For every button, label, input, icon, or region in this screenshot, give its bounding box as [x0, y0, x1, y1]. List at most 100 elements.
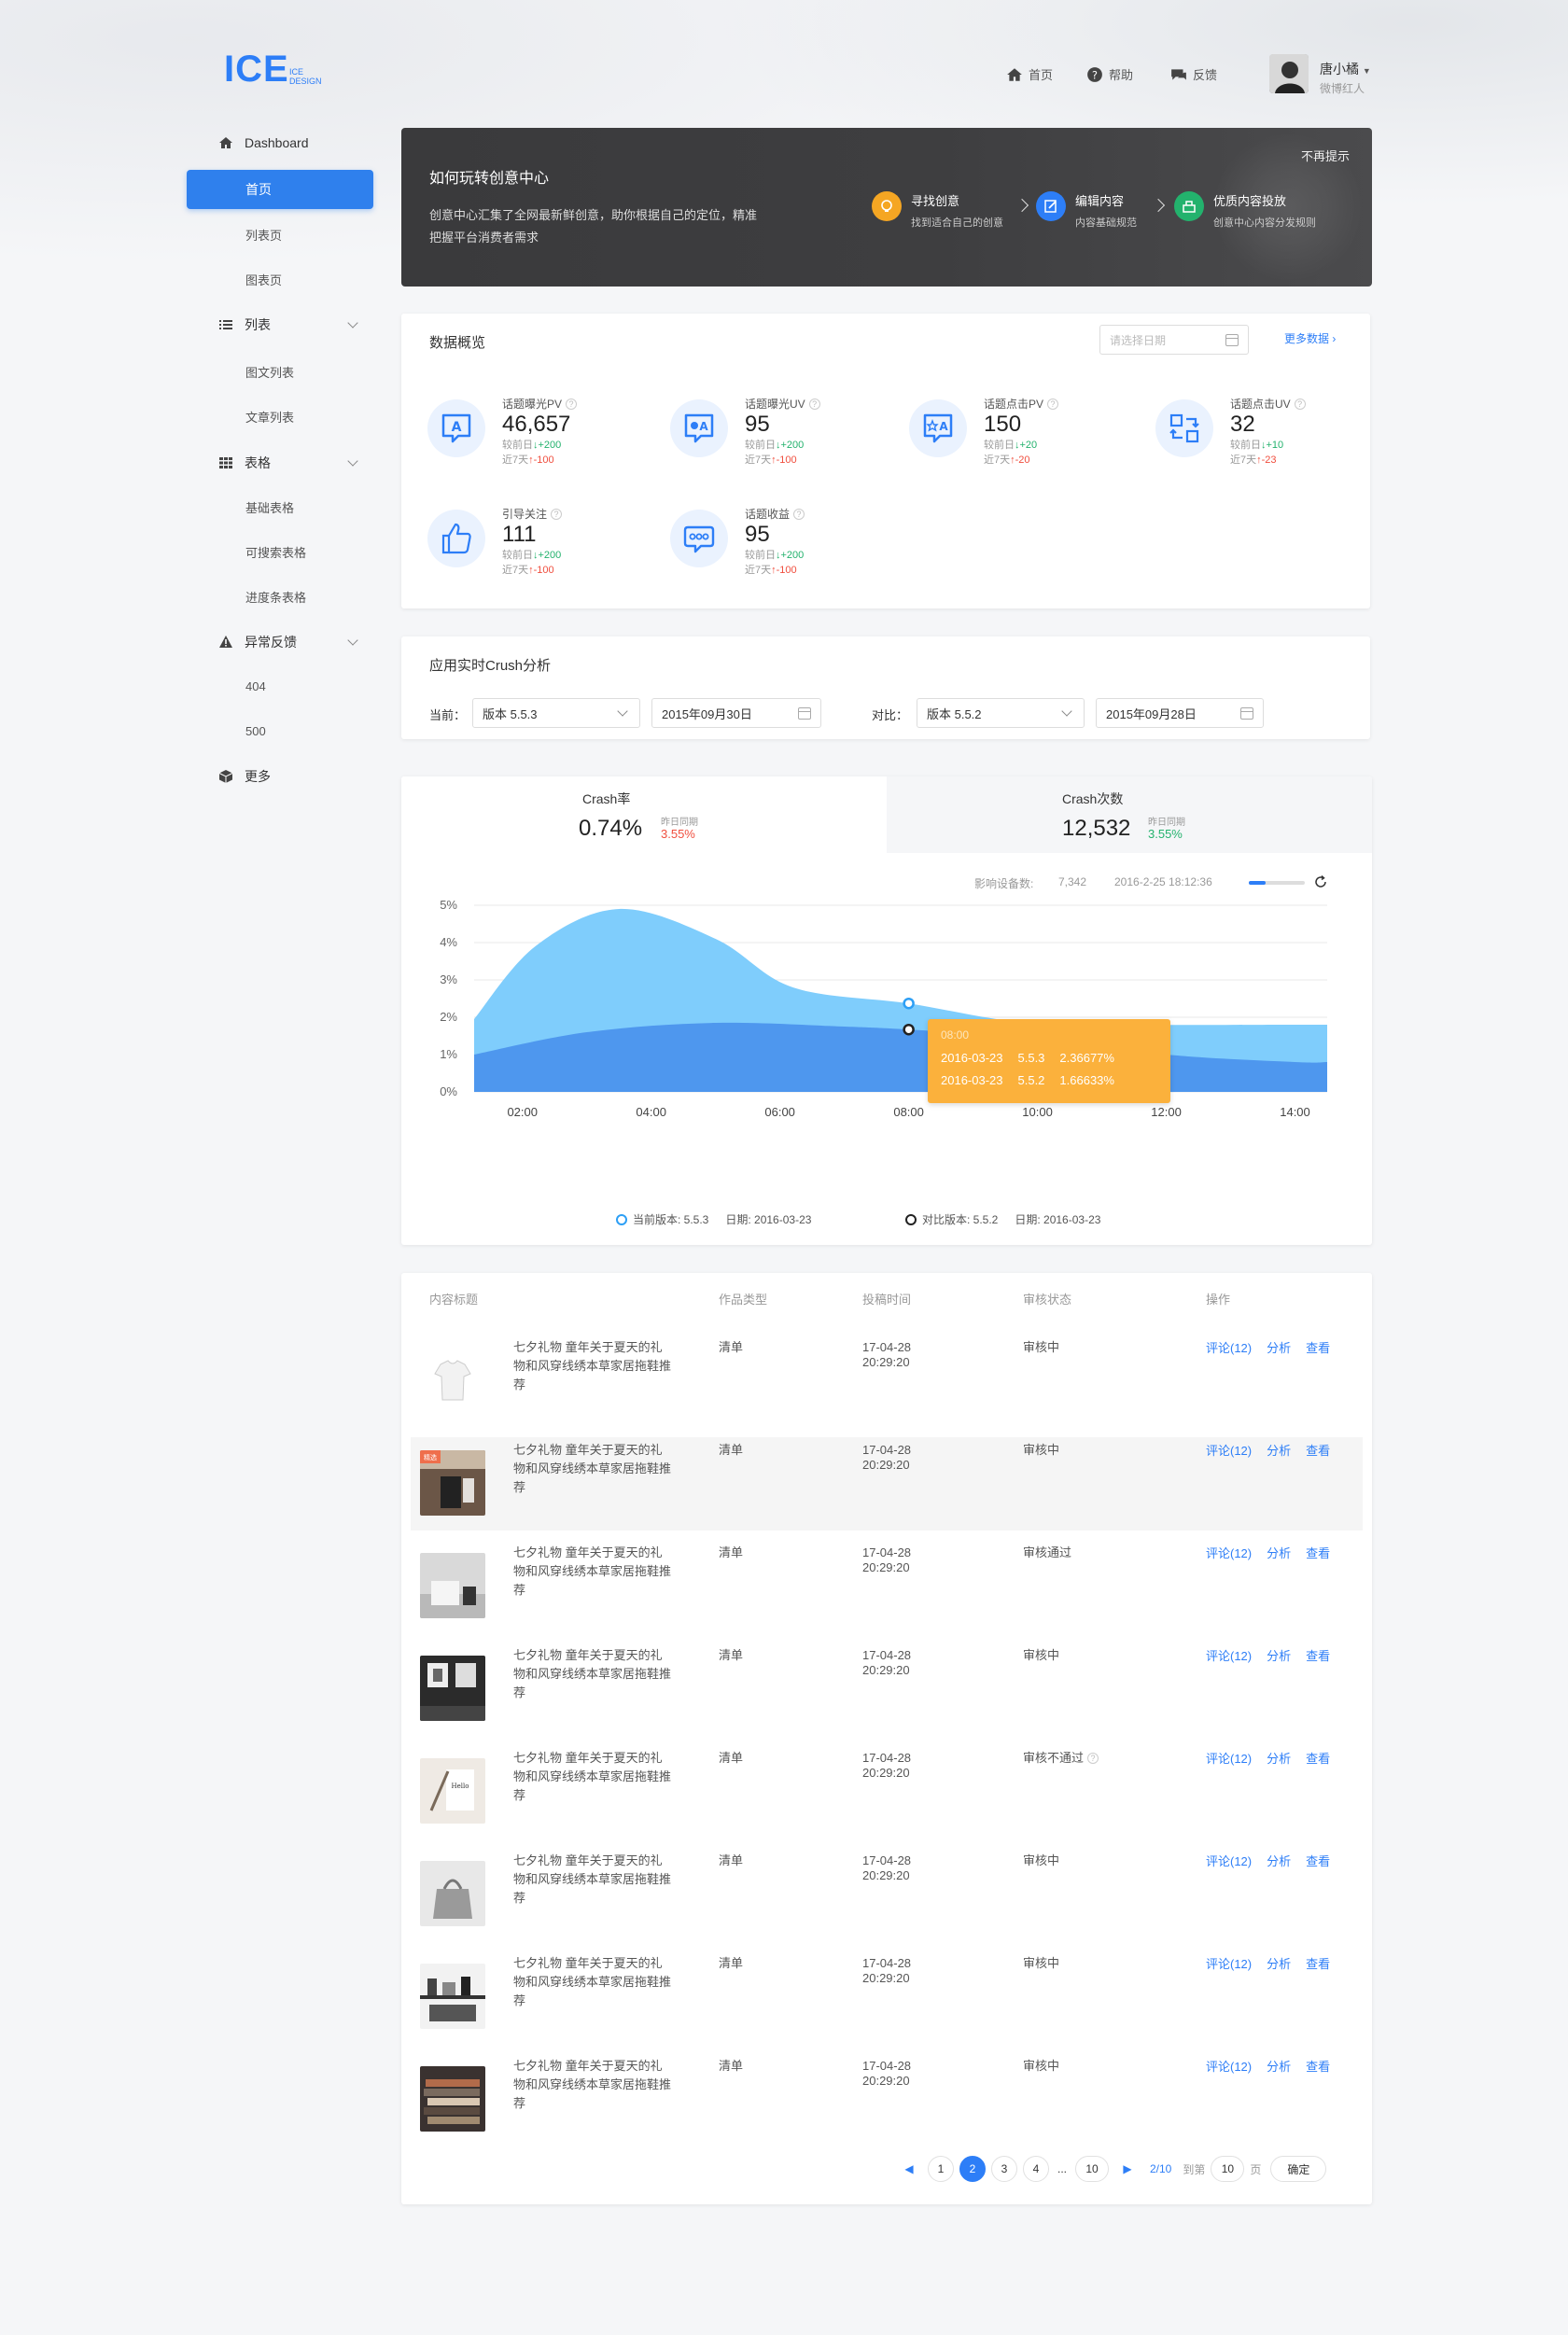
compare-version-select[interactable]: 版本 5.5.2: [917, 698, 1085, 728]
question-icon[interactable]: ?: [1047, 398, 1059, 410]
view-link[interactable]: 查看: [1306, 2057, 1330, 2075]
comment-link[interactable]: 评论(12): [1206, 2057, 1252, 2075]
page-1[interactable]: 1: [928, 2156, 954, 2182]
sidebar-item-error[interactable]: 异常反馈: [187, 623, 373, 661]
analyze-link[interactable]: 分析: [1267, 1646, 1291, 1664]
page-10[interactable]: 10: [1075, 2156, 1109, 2182]
sidebar-item-500[interactable]: 500: [187, 712, 373, 749]
content-title[interactable]: 七夕礼物 童年关于夏天的礼物和风穿线绣本草家居拖鞋推荐: [513, 2057, 672, 2113]
refresh-icon[interactable]: [1312, 874, 1329, 890]
comment-link[interactable]: 评论(12): [1206, 1749, 1252, 1767]
content-thumbnail[interactable]: [420, 1656, 485, 1721]
table-row[interactable]: 精选 七夕礼物 童年关于夏天的礼物和风穿线绣本草家居拖鞋推荐 清单 17-04-…: [411, 1437, 1363, 1531]
banner-dismiss-button[interactable]: 不再提示: [1301, 147, 1350, 164]
content-thumbnail[interactable]: [420, 1861, 485, 1926]
content-thumbnail[interactable]: Hello: [420, 1758, 485, 1824]
comment-link[interactable]: 评论(12): [1206, 1852, 1252, 1869]
content-title[interactable]: 七夕礼物 童年关于夏天的礼物和风穿线绣本草家居拖鞋推荐: [513, 1954, 672, 2010]
table-row[interactable]: 七夕礼物 童年关于夏天的礼物和风穿线绣本草家居拖鞋推荐 清单 17-04-28 …: [411, 1540, 1363, 1633]
content-thumbnail[interactable]: [420, 2066, 485, 2132]
more-data-link[interactable]: 更多数据 ›: [1284, 330, 1336, 346]
sidebar-item-chart-page[interactable]: 图表页: [187, 260, 373, 298]
view-link[interactable]: 查看: [1306, 1338, 1330, 1356]
question-icon[interactable]: ?: [793, 509, 805, 520]
comment-link[interactable]: 评论(12): [1206, 1954, 1252, 1972]
view-link[interactable]: 查看: [1306, 1954, 1330, 1972]
logo[interactable]: ICE: [224, 49, 289, 91]
sidebar-item-dashboard[interactable]: Dashboard: [187, 124, 373, 161]
analyze-link[interactable]: 分析: [1267, 2057, 1291, 2075]
analyze-link[interactable]: 分析: [1267, 1544, 1291, 1561]
content-title[interactable]: 七夕礼物 童年关于夏天的礼物和风穿线绣本草家居拖鞋推荐: [513, 1852, 672, 1908]
sidebar-item-image-text-list[interactable]: 图文列表: [187, 353, 373, 390]
content-thumbnail[interactable]: [420, 1348, 485, 1413]
next-page-button[interactable]: ▶: [1114, 2156, 1141, 2182]
banner-step-find[interactable]: 寻找创意 找到适合自己的创意: [872, 191, 1003, 230]
comment-link[interactable]: 评论(12): [1206, 1441, 1252, 1459]
view-link[interactable]: 查看: [1306, 1441, 1330, 1459]
content-thumbnail[interactable]: [420, 1553, 485, 1618]
table-row[interactable]: 七夕礼物 童年关于夏天的礼物和风穿线绣本草家居拖鞋推荐 清单 17-04-28 …: [411, 1643, 1363, 1736]
comment-link[interactable]: 评论(12): [1206, 1646, 1252, 1664]
sidebar-item-home[interactable]: 首页: [187, 170, 373, 209]
tab-crash-count[interactable]: Crash次数 12,532 昨日同期 3.55%: [887, 776, 1372, 853]
analyze-link[interactable]: 分析: [1267, 1338, 1291, 1356]
current-date-picker[interactable]: 2015年09月30日: [651, 698, 821, 728]
legend-compare[interactable]: 对比版本: 5.5.2 日期: 2016-03-23: [905, 1211, 1100, 1227]
date-picker[interactable]: 请选择日期: [1099, 325, 1249, 355]
sidebar-item-more[interactable]: 更多: [187, 758, 373, 795]
page-2[interactable]: 2: [959, 2156, 986, 2182]
sidebar-item-searchable-table[interactable]: 可搜索表格: [187, 533, 373, 570]
goto-page-input[interactable]: 10: [1211, 2156, 1245, 2182]
question-icon[interactable]: ?: [1087, 1753, 1099, 1764]
page-3[interactable]: 3: [991, 2156, 1017, 2182]
banner-step-edit[interactable]: 编辑内容 内容基础规范: [1036, 191, 1137, 230]
question-icon[interactable]: ?: [1294, 398, 1306, 410]
content-title[interactable]: 七夕礼物 童年关于夏天的礼物和风穿线绣本草家居拖鞋推荐: [513, 1441, 672, 1497]
hover-point-current[interactable]: [903, 997, 915, 1010]
content-title[interactable]: 七夕礼物 童年关于夏天的礼物和风穿线绣本草家居拖鞋推荐: [513, 1544, 672, 1600]
analyze-link[interactable]: 分析: [1267, 1954, 1291, 1972]
content-title[interactable]: 七夕礼物 童年关于夏天的礼物和风穿线绣本草家居拖鞋推荐: [513, 1646, 672, 1702]
tab-crash-rate[interactable]: Crash率 0.74% 昨日同期 3.55%: [401, 776, 887, 853]
compare-date-picker[interactable]: 2015年09月28日: [1096, 698, 1264, 728]
legend-current[interactable]: 当前版本: 5.5.3 日期: 2016-03-23: [616, 1211, 811, 1227]
content-title[interactable]: 七夕礼物 童年关于夏天的礼物和风穿线绣本草家居拖鞋推荐: [513, 1749, 672, 1805]
table-row[interactable]: 七夕礼物 童年关于夏天的礼物和风穿线绣本草家居拖鞋推荐 清单 17-04-28 …: [411, 1950, 1363, 2044]
view-link[interactable]: 查看: [1306, 1646, 1330, 1664]
current-version-select[interactable]: 版本 5.5.3: [472, 698, 640, 728]
table-row[interactable]: Hello 七夕礼物 童年关于夏天的礼物和风穿线绣本草家居拖鞋推荐 清单 17-…: [411, 1745, 1363, 1839]
nav-home[interactable]: 首页: [1006, 65, 1053, 83]
analyze-link[interactable]: 分析: [1267, 1749, 1291, 1767]
question-icon[interactable]: ?: [566, 398, 578, 410]
table-row[interactable]: 七夕礼物 童年关于夏天的礼物和风穿线绣本草家居拖鞋推荐 清单 17-04-28 …: [411, 1848, 1363, 1941]
sidebar-item-404[interactable]: 404: [187, 667, 373, 705]
sidebar-item-table[interactable]: 表格: [187, 444, 373, 482]
sidebar-item-list[interactable]: 列表: [187, 306, 373, 343]
sidebar-item-list-page[interactable]: 列表页: [187, 216, 373, 253]
analyze-link[interactable]: 分析: [1267, 1441, 1291, 1459]
table-row[interactable]: 七夕礼物 童年关于夏天的礼物和风穿线绣本草家居拖鞋推荐 清单 17-04-28 …: [411, 2053, 1363, 2146]
user-name[interactable]: 唐小橘 ▼: [1320, 60, 1371, 78]
question-icon[interactable]: ?: [808, 398, 820, 410]
view-link[interactable]: 查看: [1306, 1852, 1330, 1869]
view-link[interactable]: 查看: [1306, 1749, 1330, 1767]
prev-page-button[interactable]: ◀: [896, 2156, 922, 2182]
hover-point-compare[interactable]: [903, 1023, 915, 1036]
goto-confirm-button[interactable]: 确定: [1270, 2156, 1327, 2182]
page-4[interactable]: 4: [1023, 2156, 1049, 2182]
nav-feedback[interactable]: 反馈: [1170, 65, 1217, 83]
content-title[interactable]: 七夕礼物 童年关于夏天的礼物和风穿线绣本草家居拖鞋推荐: [513, 1338, 672, 1394]
nav-help[interactable]: ? 帮助: [1086, 65, 1133, 83]
content-thumbnail[interactable]: 精选: [420, 1450, 485, 1516]
avatar[interactable]: [1269, 54, 1309, 93]
analyze-link[interactable]: 分析: [1267, 1852, 1291, 1869]
sidebar-item-progress-table[interactable]: 进度条表格: [187, 578, 373, 615]
question-icon[interactable]: ?: [551, 509, 563, 520]
view-link[interactable]: 查看: [1306, 1544, 1330, 1561]
comment-link[interactable]: 评论(12): [1206, 1338, 1252, 1356]
sidebar-item-article-list[interactable]: 文章列表: [187, 398, 373, 435]
comment-link[interactable]: 评论(12): [1206, 1544, 1252, 1561]
banner-step-publish[interactable]: 优质内容投放 创意中心内容分发规则: [1174, 191, 1316, 230]
content-thumbnail[interactable]: [420, 1964, 485, 2029]
